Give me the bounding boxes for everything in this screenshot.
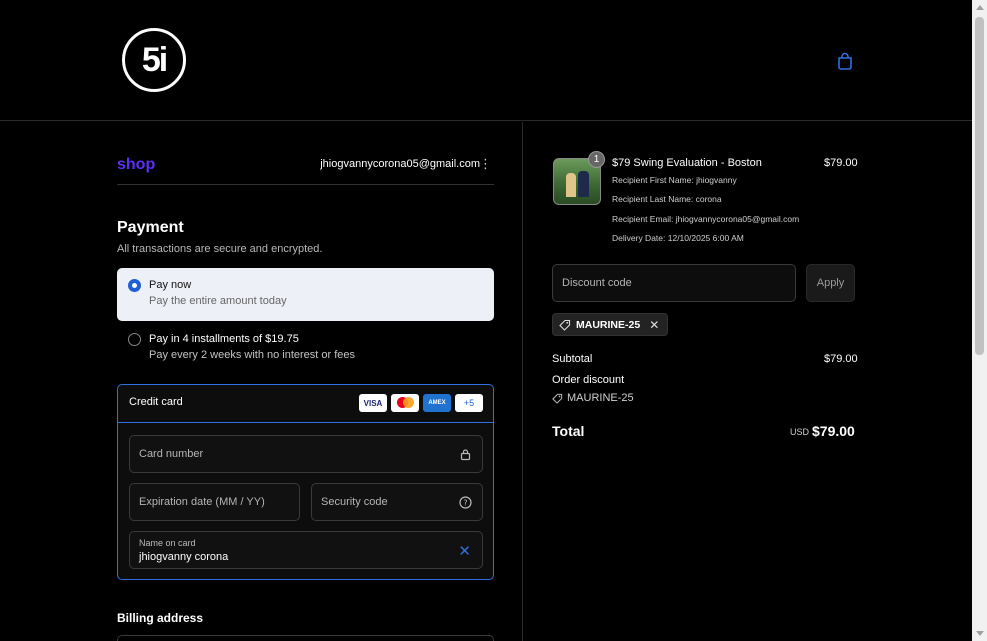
discount-code-input[interactable]: Discount code [552, 264, 796, 302]
product-price: $79.00 [824, 157, 858, 169]
scroll-down-arrow-icon[interactable] [976, 631, 984, 636]
mastercard-logo [391, 394, 419, 412]
scroll-up-arrow-icon[interactable] [976, 5, 984, 10]
quantity-badge: 1 [588, 151, 605, 168]
clear-icon[interactable]: ✕ [458, 542, 471, 560]
name-on-card-label: Name on card [139, 538, 196, 548]
pay-now-option[interactable]: Pay now Pay the entire amount today [117, 268, 494, 321]
shopping-bag-icon[interactable] [836, 52, 854, 70]
amex-logo: AMEX [423, 394, 451, 412]
payment-subtitle: All transactions are secure and encrypte… [117, 243, 323, 255]
card-number-field[interactable]: Card number [129, 435, 483, 473]
expiration-date-field[interactable]: Expiration date (MM / YY) [129, 483, 300, 521]
pay-installments-radio[interactable] [128, 333, 141, 346]
visa-logo: VISA [359, 394, 387, 412]
page-scrollbar[interactable] [972, 0, 987, 641]
pay-installments-option[interactable]: Pay in 4 installments of $19.75 Pay ever… [117, 322, 494, 374]
card-brand-logos: VISA AMEX +5 [359, 394, 483, 412]
total-label: Total [552, 423, 585, 439]
remove-discount-icon[interactable]: ✕ [649, 318, 659, 332]
product-title: $79 Swing Evaluation - Boston [612, 157, 762, 169]
security-code-placeholder: Security code [321, 496, 388, 508]
store-logo[interactable]: 5i [122, 28, 186, 92]
card-number-placeholder: Card number [139, 448, 204, 460]
billing-address-field[interactable] [117, 635, 494, 641]
order-discount-label: Order discount [552, 374, 625, 386]
option-subtitle: Pay every 2 weeks with no interest or fe… [149, 349, 356, 361]
order-discount-code: MAURINE-25 [552, 392, 634, 404]
header: 5i [0, 0, 972, 121]
account-email: jhiogvannycorona05@gmail.com [320, 158, 480, 170]
option-title: Pay now [149, 279, 192, 291]
pay-now-radio[interactable] [128, 279, 141, 292]
product-meta-line: Recipient First Name: jhiogvanny [612, 175, 737, 185]
more-options-icon[interactable]: ⋮ [479, 156, 492, 172]
order-summary-panel: 1 $79 Swing Evaluation - Boston $79.00 R… [524, 122, 972, 641]
name-on-card-value: jhiogvanny corona [139, 551, 229, 563]
apply-discount-button[interactable]: Apply [806, 264, 855, 302]
product-meta-line: Recipient Email: jhiogvannycorona05@gmai… [612, 214, 800, 224]
option-subtitle: Pay the entire amount today [149, 295, 287, 307]
total-currency: USD [790, 427, 810, 437]
help-icon[interactable]: ? [459, 496, 472, 509]
expiration-placeholder: Expiration date (MM / YY) [139, 496, 265, 508]
payment-title: Payment [117, 219, 184, 236]
option-title: Pay in 4 installments of $19.75 [149, 333, 299, 345]
discount-placeholder: Discount code [562, 277, 632, 289]
applied-discount-chip: MAURINE-25 ✕ [552, 313, 669, 336]
subtotal-value: $79.00 [824, 353, 858, 365]
shop-pay-logo: shop [117, 156, 156, 173]
name-on-card-field[interactable]: Name on card jhiogvanny corona ✕ [129, 531, 483, 569]
billing-address-title: Billing address [117, 611, 204, 625]
logo-text: 5i [141, 40, 168, 79]
credit-card-label: Credit card [129, 396, 183, 408]
more-brands-badge: +5 [455, 394, 483, 412]
svg-text:?: ? [463, 498, 467, 507]
lock-icon [460, 449, 471, 461]
checkout-form-panel: shop jhiogvannycorona05@gmail.com ⋮ Paym… [0, 122, 523, 641]
tag-icon [552, 393, 563, 404]
product-meta-line: Delivery Date: 12/10/2025 6:00 AM [612, 233, 744, 243]
total-value: $79.00 [812, 423, 855, 439]
credit-card-section: Credit card VISA AMEX +5 Card number Exp… [117, 384, 494, 580]
security-code-field[interactable]: Security code ? [311, 483, 483, 521]
product-meta-line: Recipient Last Name: corona [612, 194, 722, 204]
subtotal-label: Subtotal [552, 353, 593, 365]
scrollbar-thumb[interactable] [975, 17, 984, 355]
shop-account-bar: shop jhiogvannycorona05@gmail.com ⋮ [117, 152, 494, 185]
order-discount-code-text: MAURINE-25 [567, 392, 634, 404]
tag-icon [559, 319, 571, 331]
credit-card-header[interactable]: Credit card VISA AMEX +5 [118, 385, 493, 423]
applied-discount-code: MAURINE-25 [576, 318, 641, 331]
